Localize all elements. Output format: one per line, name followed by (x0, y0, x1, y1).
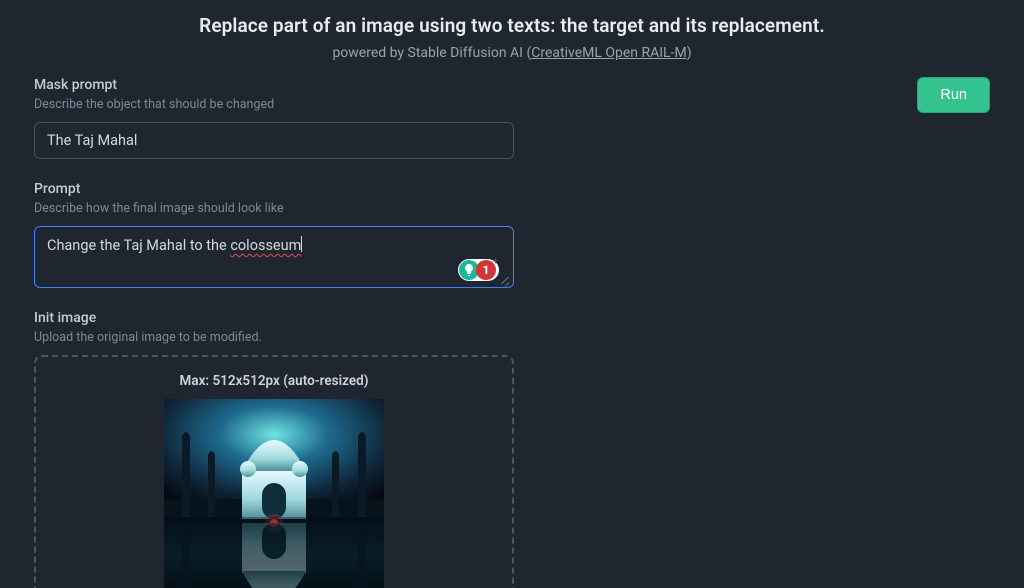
prompt-field: Prompt Describe how the final image shou… (34, 181, 514, 288)
prompt-text: Change the Taj Mahal to the colosseum (47, 237, 302, 254)
upload-size-note: Max: 512x512px (auto-resized) (46, 373, 502, 389)
powered-by-text: powered by Stable Diffusion AI (332, 45, 526, 61)
plus-icon: + (493, 257, 498, 267)
mask-prompt-field: Mask prompt Describe the object that sho… (34, 77, 514, 159)
prompt-label: Prompt (34, 181, 514, 197)
mask-prompt-input[interactable] (34, 122, 514, 159)
init-image-desc: Upload the original image to be modified… (34, 330, 514, 345)
license-link[interactable]: CreativeML Open RAIL-M (531, 45, 686, 61)
run-button[interactable]: Run (917, 77, 990, 113)
init-image-field: Init image Upload the original image to … (34, 310, 514, 588)
mask-prompt-desc: Describe the object that should be chang… (34, 97, 514, 112)
mask-prompt-label: Mask prompt (34, 77, 514, 93)
suggestion-count-badge: 1 + (476, 260, 496, 280)
grammar-suggestion-pill[interactable]: 1 + (458, 259, 499, 281)
uploaded-image-preview[interactable] (164, 399, 384, 588)
page-title: Replace part of an image using two texts… (34, 14, 990, 37)
page-subtitle: powered by Stable Diffusion AI (Creative… (34, 45, 990, 61)
prompt-desc: Describe how the final image should look… (34, 201, 514, 216)
init-image-label: Init image (34, 310, 514, 326)
prompt-input[interactable]: Change the Taj Mahal to the colosseum 1 … (34, 226, 514, 288)
text-caret (301, 236, 302, 252)
prompt-marked-word: colosseum (230, 237, 301, 254)
image-upload-dropzone[interactable]: Max: 512x512px (auto-resized) (34, 355, 514, 588)
resize-handle-icon[interactable] (500, 275, 510, 285)
